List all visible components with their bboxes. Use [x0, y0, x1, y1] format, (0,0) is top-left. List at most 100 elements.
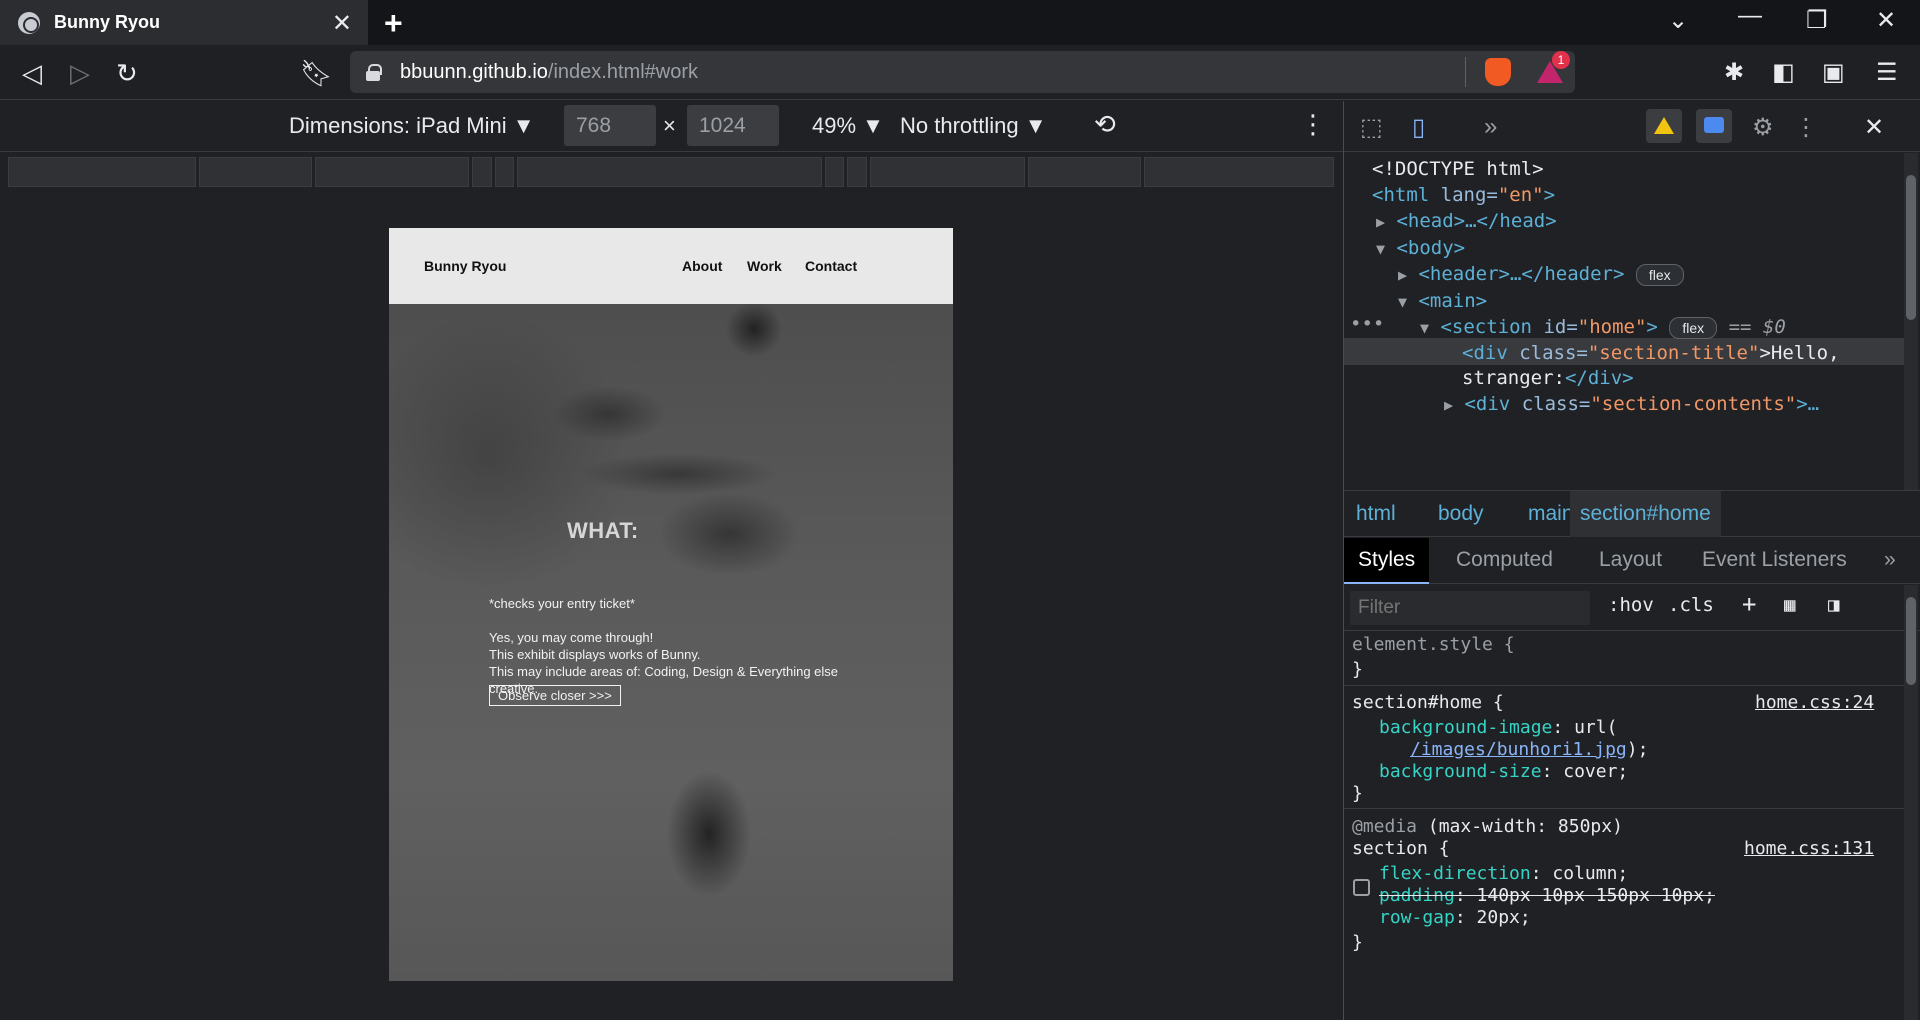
rule1-source-link[interactable]: home.css:24 [1755, 692, 1874, 713]
rule2-source-link[interactable]: home.css:131 [1744, 838, 1874, 859]
styles-filter-input[interactable] [1350, 591, 1590, 625]
globe-icon [18, 11, 40, 34]
warning-icon[interactable] [1646, 109, 1682, 143]
node-body[interactable]: ▼ <body> [1376, 237, 1465, 259]
flex-badge[interactable]: flex [1635, 263, 1684, 286]
dimension-times: × [663, 113, 676, 138]
styles-scroll-thumb[interactable] [1906, 597, 1916, 685]
toggle-property-checkbox[interactable] [1353, 879, 1370, 896]
address-bar[interactable]: bbuunn.github.io/index.html#work 1 [350, 51, 1575, 93]
rule1-background-size[interactable]: background-size: cover; [1379, 761, 1628, 782]
menu-icon[interactable]: ☰ [1876, 58, 1898, 87]
minimize-icon[interactable]: — [1738, 2, 1762, 30]
rule2-padding[interactable]: padding: 140px 10px 150px 10px; [1379, 885, 1715, 906]
media-query-bar[interactable] [8, 157, 1334, 187]
rule1-background-image[interactable]: background-image: url( [1379, 717, 1617, 738]
nav-about[interactable]: About [682, 258, 722, 274]
hero-section: WHAT: *checks your entry ticket* Yes, yo… [389, 304, 953, 981]
node-header[interactable]: ▶ <header>…</header> flex [1398, 263, 1684, 286]
new-rule-icon[interactable]: + [1742, 590, 1756, 618]
node-main[interactable]: ▼ <main> [1398, 290, 1487, 312]
tab-close-icon[interactable]: ✕ [332, 9, 352, 38]
wallet-icon[interactable]: ▣ [1822, 58, 1845, 87]
breadcrumb: html body main section#home [1344, 490, 1920, 537]
device-width-input[interactable] [564, 105, 656, 146]
sidebar-icon[interactable]: ◧ [1772, 58, 1795, 87]
observe-closer-button[interactable]: Observe closer >>> [489, 685, 621, 706]
rotate-icon[interactable]: ⟲ [1094, 109, 1116, 140]
node-head[interactable]: ▶ <head>…</head> [1376, 210, 1557, 232]
styles-filter-bar: :hov .cls + ▦ ◨ [1344, 585, 1920, 631]
elements-tree: <!DOCTYPE html> <html lang="en"> ▶ <head… [1344, 153, 1904, 490]
elements-scrollbar[interactable] [1904, 153, 1918, 490]
node-section-title[interactable]: <div class="section-title">Hello, [1462, 342, 1840, 364]
tab-computed[interactable]: Computed [1456, 538, 1553, 584]
tab-search-chevron-icon[interactable]: ⌄ [1668, 6, 1688, 35]
styles-scrollbar[interactable] [1904, 585, 1918, 1020]
device-height-input[interactable] [687, 105, 779, 146]
hov-toggle[interactable]: :hov [1608, 594, 1654, 616]
brave-shields-icon[interactable] [1485, 58, 1511, 86]
bookmark-icon[interactable]: 🔖︎ [300, 58, 333, 89]
node-actions-icon[interactable]: ••• [1350, 313, 1384, 335]
device-dimensions-select[interactable]: Dimensions: iPad Mini ▼ [289, 113, 535, 139]
cls-toggle[interactable]: .cls [1668, 594, 1714, 616]
back-icon[interactable]: ◁ [22, 58, 42, 89]
flex-badge[interactable]: flex [1669, 316, 1718, 339]
collapse-triangle-icon: ▼ [1398, 293, 1408, 311]
tab-styles[interactable]: Styles [1344, 538, 1430, 584]
breadcrumb-html[interactable]: html [1346, 491, 1406, 537]
collapse-triangle-icon: ▼ [1420, 319, 1430, 337]
issues-icon[interactable] [1696, 109, 1732, 143]
inspect-element-icon[interactable]: ⬚ [1360, 113, 1383, 142]
rule1-selector[interactable]: section#home { [1352, 692, 1504, 713]
site-brand[interactable]: Bunny Ryou [424, 258, 506, 274]
restore-icon[interactable]: ❐ [1806, 6, 1828, 35]
rule1-image-url[interactable]: /images/bunhori1.jpg); [1410, 739, 1648, 760]
nav-contact[interactable]: Contact [805, 258, 857, 274]
more-tabs-icon[interactable]: » [1484, 113, 1497, 141]
lock-icon [366, 64, 382, 81]
media-query: @media (max-width: 850px) [1352, 816, 1623, 837]
breadcrumb-section-home[interactable]: section#home [1570, 491, 1721, 537]
zoom-select[interactable]: 49% ▼ [812, 113, 884, 139]
device-toggle-icon[interactable]: ▯ [1412, 113, 1425, 142]
new-tab-icon[interactable]: + [384, 5, 403, 42]
devtools-menu-icon[interactable]: ⋮ [1794, 113, 1818, 142]
node-doctype[interactable]: <!DOCTYPE html> [1372, 158, 1544, 180]
node-section-contents[interactable]: ▶ <div class="section-contents">… [1444, 393, 1819, 415]
extensions-icon[interactable]: ✱ [1724, 58, 1744, 87]
throttling-select[interactable]: No throttling ▼ [900, 113, 1047, 139]
tab-bunny-ryou[interactable]: Bunny Ryou ✕ [0, 0, 368, 45]
elements-scroll-thumb[interactable] [1906, 175, 1916, 320]
paint-icon[interactable]: ▦ [1784, 594, 1795, 616]
collapse-triangle-icon: ▼ [1376, 240, 1386, 258]
devtools-close-icon[interactable]: ✕ [1864, 113, 1884, 142]
url-text[interactable]: bbuunn.github.io/index.html#work [400, 61, 698, 84]
element-style-selector[interactable]: element.style { [1352, 634, 1515, 655]
rule2-selector[interactable]: section { [1352, 838, 1450, 859]
devtools-panel: ⬚ ▯ » ⚙ ⋮ ✕ <!DOCTYPE html> <html lang="… [1343, 101, 1920, 1020]
toggle-sidebar-icon[interactable]: ◨ [1828, 594, 1839, 616]
more-subtabs-icon[interactable]: » [1884, 538, 1896, 584]
breadcrumb-body[interactable]: body [1428, 491, 1494, 537]
more-options-icon[interactable]: ⋮ [1300, 109, 1326, 140]
reload-icon[interactable]: ↻ [116, 58, 138, 89]
tab-title: Bunny Ryou [54, 12, 160, 32]
settings-gear-icon[interactable]: ⚙ [1752, 113, 1774, 142]
nav-work[interactable]: Work [747, 258, 782, 274]
tab-layout[interactable]: Layout [1599, 538, 1662, 584]
rule2-row-gap[interactable]: row-gap: 20px; [1379, 907, 1531, 928]
node-section-home[interactable]: ▼ <section id="home"> flex == $0 [1420, 316, 1786, 339]
device-toolbar: Dimensions: iPad Mini ▼ × 49% ▼ No throt… [0, 101, 1343, 152]
rule-divider [1344, 808, 1904, 809]
node-html[interactable]: <html lang="en"> [1372, 184, 1555, 206]
tab-event-listeners[interactable]: Event Listeners [1702, 538, 1847, 584]
rule2-flex-direction[interactable]: flex-direction: column; [1379, 863, 1628, 884]
styles-subtabs: Styles Computed Layout Event Listeners » [1344, 538, 1920, 584]
forward-icon[interactable]: ▷ [70, 58, 90, 89]
expand-triangle-icon: ▶ [1376, 213, 1386, 231]
node-section-title-cont[interactable]: stranger:</div> [1462, 367, 1634, 389]
window-close-icon[interactable]: ✕ [1876, 6, 1896, 35]
rewards-badge: 1 [1552, 51, 1570, 69]
